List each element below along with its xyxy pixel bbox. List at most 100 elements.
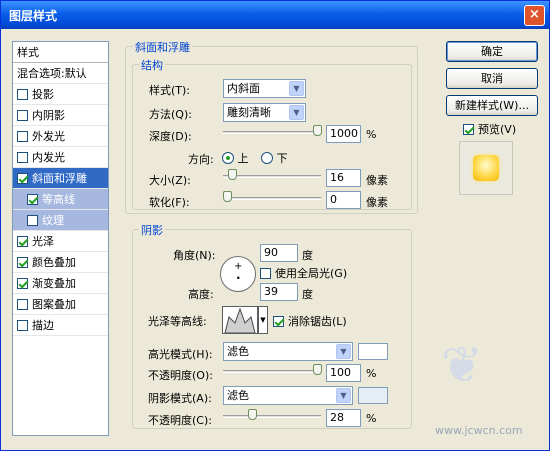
style-checkbox[interactable]	[17, 236, 28, 247]
soften-slider-track[interactable]	[223, 197, 321, 200]
gloss-contour-label: 光泽等高线:	[148, 315, 207, 328]
highlight-opacity-input[interactable]: 100	[326, 364, 361, 382]
new-style-button[interactable]: 新建样式(W)...	[446, 95, 538, 116]
style-item[interactable]: 图案叠加	[13, 294, 108, 315]
style-checkbox[interactable]	[17, 299, 28, 310]
gloss-contour-picker[interactable]	[222, 306, 258, 334]
style-checkbox[interactable]	[27, 194, 38, 205]
shadow-mode-label: 阴影模式(A):	[148, 392, 212, 405]
antialias-checkbox[interactable]	[273, 316, 284, 327]
style-item-label: 描边	[32, 319, 54, 332]
style-list: 样式 混合选项:默认 投影内阴影外发光 内发光斜面和浮雕等高线纹理光泽颜色叠加渐变叠…	[12, 41, 109, 436]
style-select[interactable]: 内斜面 ▼	[223, 79, 306, 98]
style-checkbox[interactable]	[17, 110, 28, 121]
layer-style-dialog: 图层样式 × 样式 混合选项:默认 投影内阴影外发光 内发光斜面和浮雕等高线纹理光泽…	[0, 0, 550, 451]
shadow-opacity-unit: %	[366, 412, 377, 425]
highlight-opacity-track[interactable]	[223, 370, 321, 373]
window-title: 图层样式	[9, 9, 58, 23]
angle-unit: 度	[302, 249, 313, 262]
highlight-opacity-thumb[interactable]	[313, 364, 322, 375]
close-button[interactable]: ×	[524, 5, 545, 26]
structure-title: 结构	[139, 57, 165, 73]
shadow-mode-select[interactable]: 滤色 ▼	[223, 386, 353, 405]
style-item-label: 渐变叠加	[32, 277, 76, 290]
size-slider-track[interactable]	[223, 175, 321, 178]
global-light-option[interactable]: 使用全局光(G)	[260, 265, 347, 281]
angle-dial[interactable]: + ·	[220, 256, 256, 292]
style-checkbox[interactable]	[17, 278, 28, 289]
soften-slider-thumb[interactable]	[223, 191, 232, 202]
style-item[interactable]: 描边	[13, 315, 108, 336]
style-label: 样式(T):	[149, 84, 191, 97]
style-item[interactable]: 投影	[13, 84, 108, 105]
style-item-label: 内阴影	[32, 109, 65, 122]
style-checkbox[interactable]	[17, 257, 28, 268]
dial-center-dot: ·	[236, 271, 241, 285]
antialias-option[interactable]: 消除锯齿(L)	[273, 313, 347, 329]
style-checkbox[interactable]	[17, 89, 28, 100]
chevron-down-icon: ▼	[289, 105, 304, 120]
preview-checkbox[interactable]	[463, 124, 474, 135]
global-light-checkbox[interactable]	[260, 268, 271, 279]
style-checkbox[interactable]	[27, 215, 38, 226]
direction-up-option[interactable]: 上	[222, 150, 249, 166]
style-checkbox[interactable]	[17, 131, 28, 142]
style-item[interactable]: 纹理	[13, 210, 108, 231]
direction-down-option[interactable]: 下	[261, 150, 288, 166]
style-checkbox[interactable]	[17, 320, 28, 331]
shadow-color-swatch[interactable]	[358, 387, 388, 404]
style-item[interactable]: 渐变叠加	[13, 273, 108, 294]
style-list-header[interactable]: 样式	[13, 42, 108, 63]
shadow-opacity-track[interactable]	[223, 415, 321, 418]
title-bar[interactable]: 图层样式 ×	[1, 1, 549, 29]
style-item-label: 颜色叠加	[32, 256, 76, 269]
depth-slider-track[interactable]	[223, 131, 321, 134]
depth-slider-thumb[interactable]	[313, 125, 322, 136]
soften-label: 软化(F):	[149, 196, 190, 209]
technique-select[interactable]: 雕刻清晰 ▼	[223, 103, 306, 122]
altitude-unit: 度	[302, 288, 313, 301]
size-input[interactable]: 16	[326, 169, 361, 187]
chevron-down-icon: ▼	[336, 344, 351, 359]
highlight-mode-label: 高光模式(H):	[148, 348, 213, 361]
size-slider-thumb[interactable]	[228, 169, 238, 180]
highlight-opacity-label: 不透明度(O):	[148, 369, 213, 382]
angle-input[interactable]: 90	[260, 244, 298, 262]
shadow-opacity-thumb[interactable]	[248, 409, 258, 420]
highlight-color-swatch[interactable]	[358, 343, 388, 360]
style-checkbox[interactable]	[17, 173, 28, 184]
wings-logo-icon: ❦	[441, 336, 483, 394]
watermark-text: www.jcwcn.com	[435, 424, 523, 437]
depth-label: 深度(D):	[149, 130, 192, 143]
radio-down[interactable]	[261, 152, 273, 164]
chevron-down-icon: ▼	[336, 388, 351, 403]
style-item[interactable]: 光泽	[13, 231, 108, 252]
angle-label: 角度(N):	[173, 249, 216, 262]
altitude-input[interactable]: 39	[260, 283, 298, 301]
style-item[interactable]: 内阴影	[13, 105, 108, 126]
technique-label: 方法(Q):	[149, 108, 192, 121]
ok-button[interactable]: 确定	[446, 41, 538, 62]
style-item[interactable]: 外发光	[13, 126, 108, 147]
chevron-down-icon: ▼	[289, 81, 304, 96]
highlight-opacity-unit: %	[366, 367, 377, 380]
style-item-label: 纹理	[42, 214, 64, 227]
size-label: 大小(Z):	[149, 174, 191, 187]
depth-input[interactable]: 1000	[326, 125, 361, 143]
style-checkbox[interactable]	[17, 152, 28, 163]
cancel-button[interactable]: 取消	[446, 68, 538, 89]
soften-input[interactable]: 0	[326, 191, 361, 209]
style-item[interactable]: 内发光	[13, 147, 108, 168]
style-item[interactable]: 颜色叠加	[13, 252, 108, 273]
style-item[interactable]: 等高线	[13, 189, 108, 210]
style-item[interactable]: 混合选项:默认	[13, 63, 108, 84]
shadow-opacity-input[interactable]: 28	[326, 409, 361, 427]
direction-label: 方向:	[188, 153, 214, 166]
style-item-label: 斜面和浮雕	[32, 172, 87, 185]
radio-up[interactable]	[222, 152, 234, 164]
contour-dropdown-icon[interactable]: ▼	[258, 306, 268, 334]
preview-option[interactable]: 预览(V)	[463, 121, 516, 137]
highlight-mode-select[interactable]: 滤色 ▼	[223, 342, 353, 361]
style-preview	[459, 141, 513, 195]
style-item[interactable]: 斜面和浮雕	[13, 168, 108, 189]
